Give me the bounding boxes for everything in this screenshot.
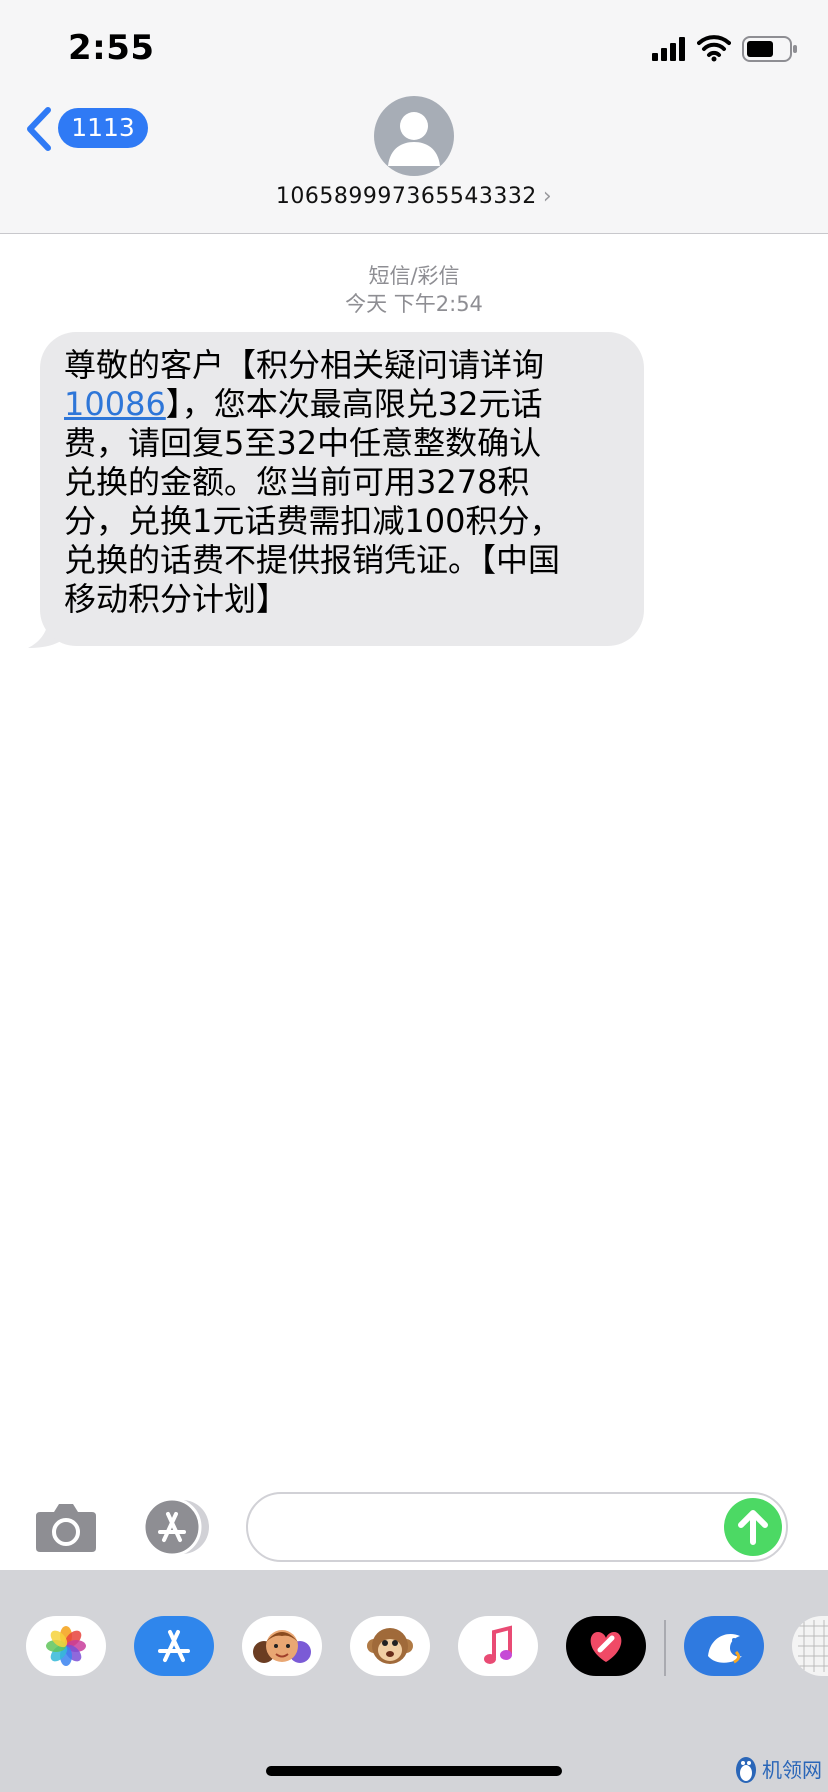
- message-line: 尊敬的客户【积分相关疑问请详询: [64, 346, 545, 384]
- person-silhouette-icon: [388, 112, 440, 166]
- message-line: 兑换的金额。您当前可用3278积: [64, 463, 530, 501]
- message-line: 费，请回复5至32中任意整数确认: [64, 424, 542, 462]
- incoming-message[interactable]: 尊敬的客户【积分相关疑问请详询 10086】，您本次最高限兑32元话 费，请回复…: [28, 332, 648, 648]
- send-button[interactable]: [724, 1498, 782, 1556]
- chevron-right-icon: ›: [542, 184, 553, 209]
- back-button[interactable]: 1113: [24, 104, 148, 156]
- ctrip-icon[interactable]: [684, 1616, 764, 1676]
- message-line: 兑换的话费不提供报销凭证。【中国: [64, 541, 561, 579]
- status-time: 2:55: [68, 28, 155, 68]
- message-bubble: 尊敬的客户【积分相关疑问请详询 10086】，您本次最高限兑32元话 费，请回复…: [40, 332, 644, 646]
- contact-avatar[interactable]: [374, 96, 454, 176]
- phone-link[interactable]: 10086: [64, 385, 166, 423]
- digital-touch-icon[interactable]: [566, 1616, 646, 1676]
- music-icon[interactable]: [458, 1616, 538, 1676]
- animoji-monkey-icon[interactable]: [350, 1616, 430, 1676]
- memoji-icon[interactable]: [242, 1616, 322, 1676]
- message-service-type: 短信/彩信: [368, 264, 460, 288]
- grid-app-icon[interactable]: [792, 1616, 828, 1676]
- drawer-divider: [664, 1620, 666, 1676]
- message-text: 】，您本次最高限兑32元话: [165, 385, 543, 423]
- message-input[interactable]: [246, 1492, 788, 1562]
- contact-number-button[interactable]: 106589997365543332 ›: [0, 184, 828, 209]
- app-store-drawer-icon[interactable]: [140, 1498, 212, 1556]
- message-line: 移动积分计划】: [64, 580, 289, 618]
- message-timestamp: 今天 下午2:54: [345, 292, 483, 316]
- wifi-icon: [697, 35, 731, 62]
- penguin-logo-icon: [736, 1757, 756, 1783]
- home-indicator[interactable]: [266, 1766, 562, 1776]
- photos-icon[interactable]: [26, 1616, 106, 1676]
- message-line: 分，兑换1元话费需扣减100积分，: [64, 502, 562, 540]
- messages-screen: 2:55 1113 106589997365543332 › 短信/彩信 今天 …: [0, 0, 828, 1792]
- battery-icon: [742, 36, 797, 62]
- arrow-up-icon: [738, 1510, 768, 1545]
- compose-bar: [0, 1484, 828, 1570]
- watermark-text: 机领网: [762, 1758, 822, 1782]
- contact-number: 106589997365543332: [275, 184, 537, 209]
- unread-count-badge: 1113: [58, 108, 148, 148]
- conversation-header: 2:55 1113 106589997365543332 ›: [0, 0, 828, 234]
- cellular-signal-icon: [652, 37, 685, 61]
- watermark: 机领网: [732, 1752, 826, 1786]
- chevron-left-icon: [27, 107, 51, 151]
- camera-icon[interactable]: [34, 1500, 98, 1554]
- app-store-icon[interactable]: [134, 1616, 214, 1676]
- imessage-app-drawer: 机领网: [0, 1570, 828, 1792]
- message-line: 10086】，您本次最高限兑32元话: [64, 385, 620, 424]
